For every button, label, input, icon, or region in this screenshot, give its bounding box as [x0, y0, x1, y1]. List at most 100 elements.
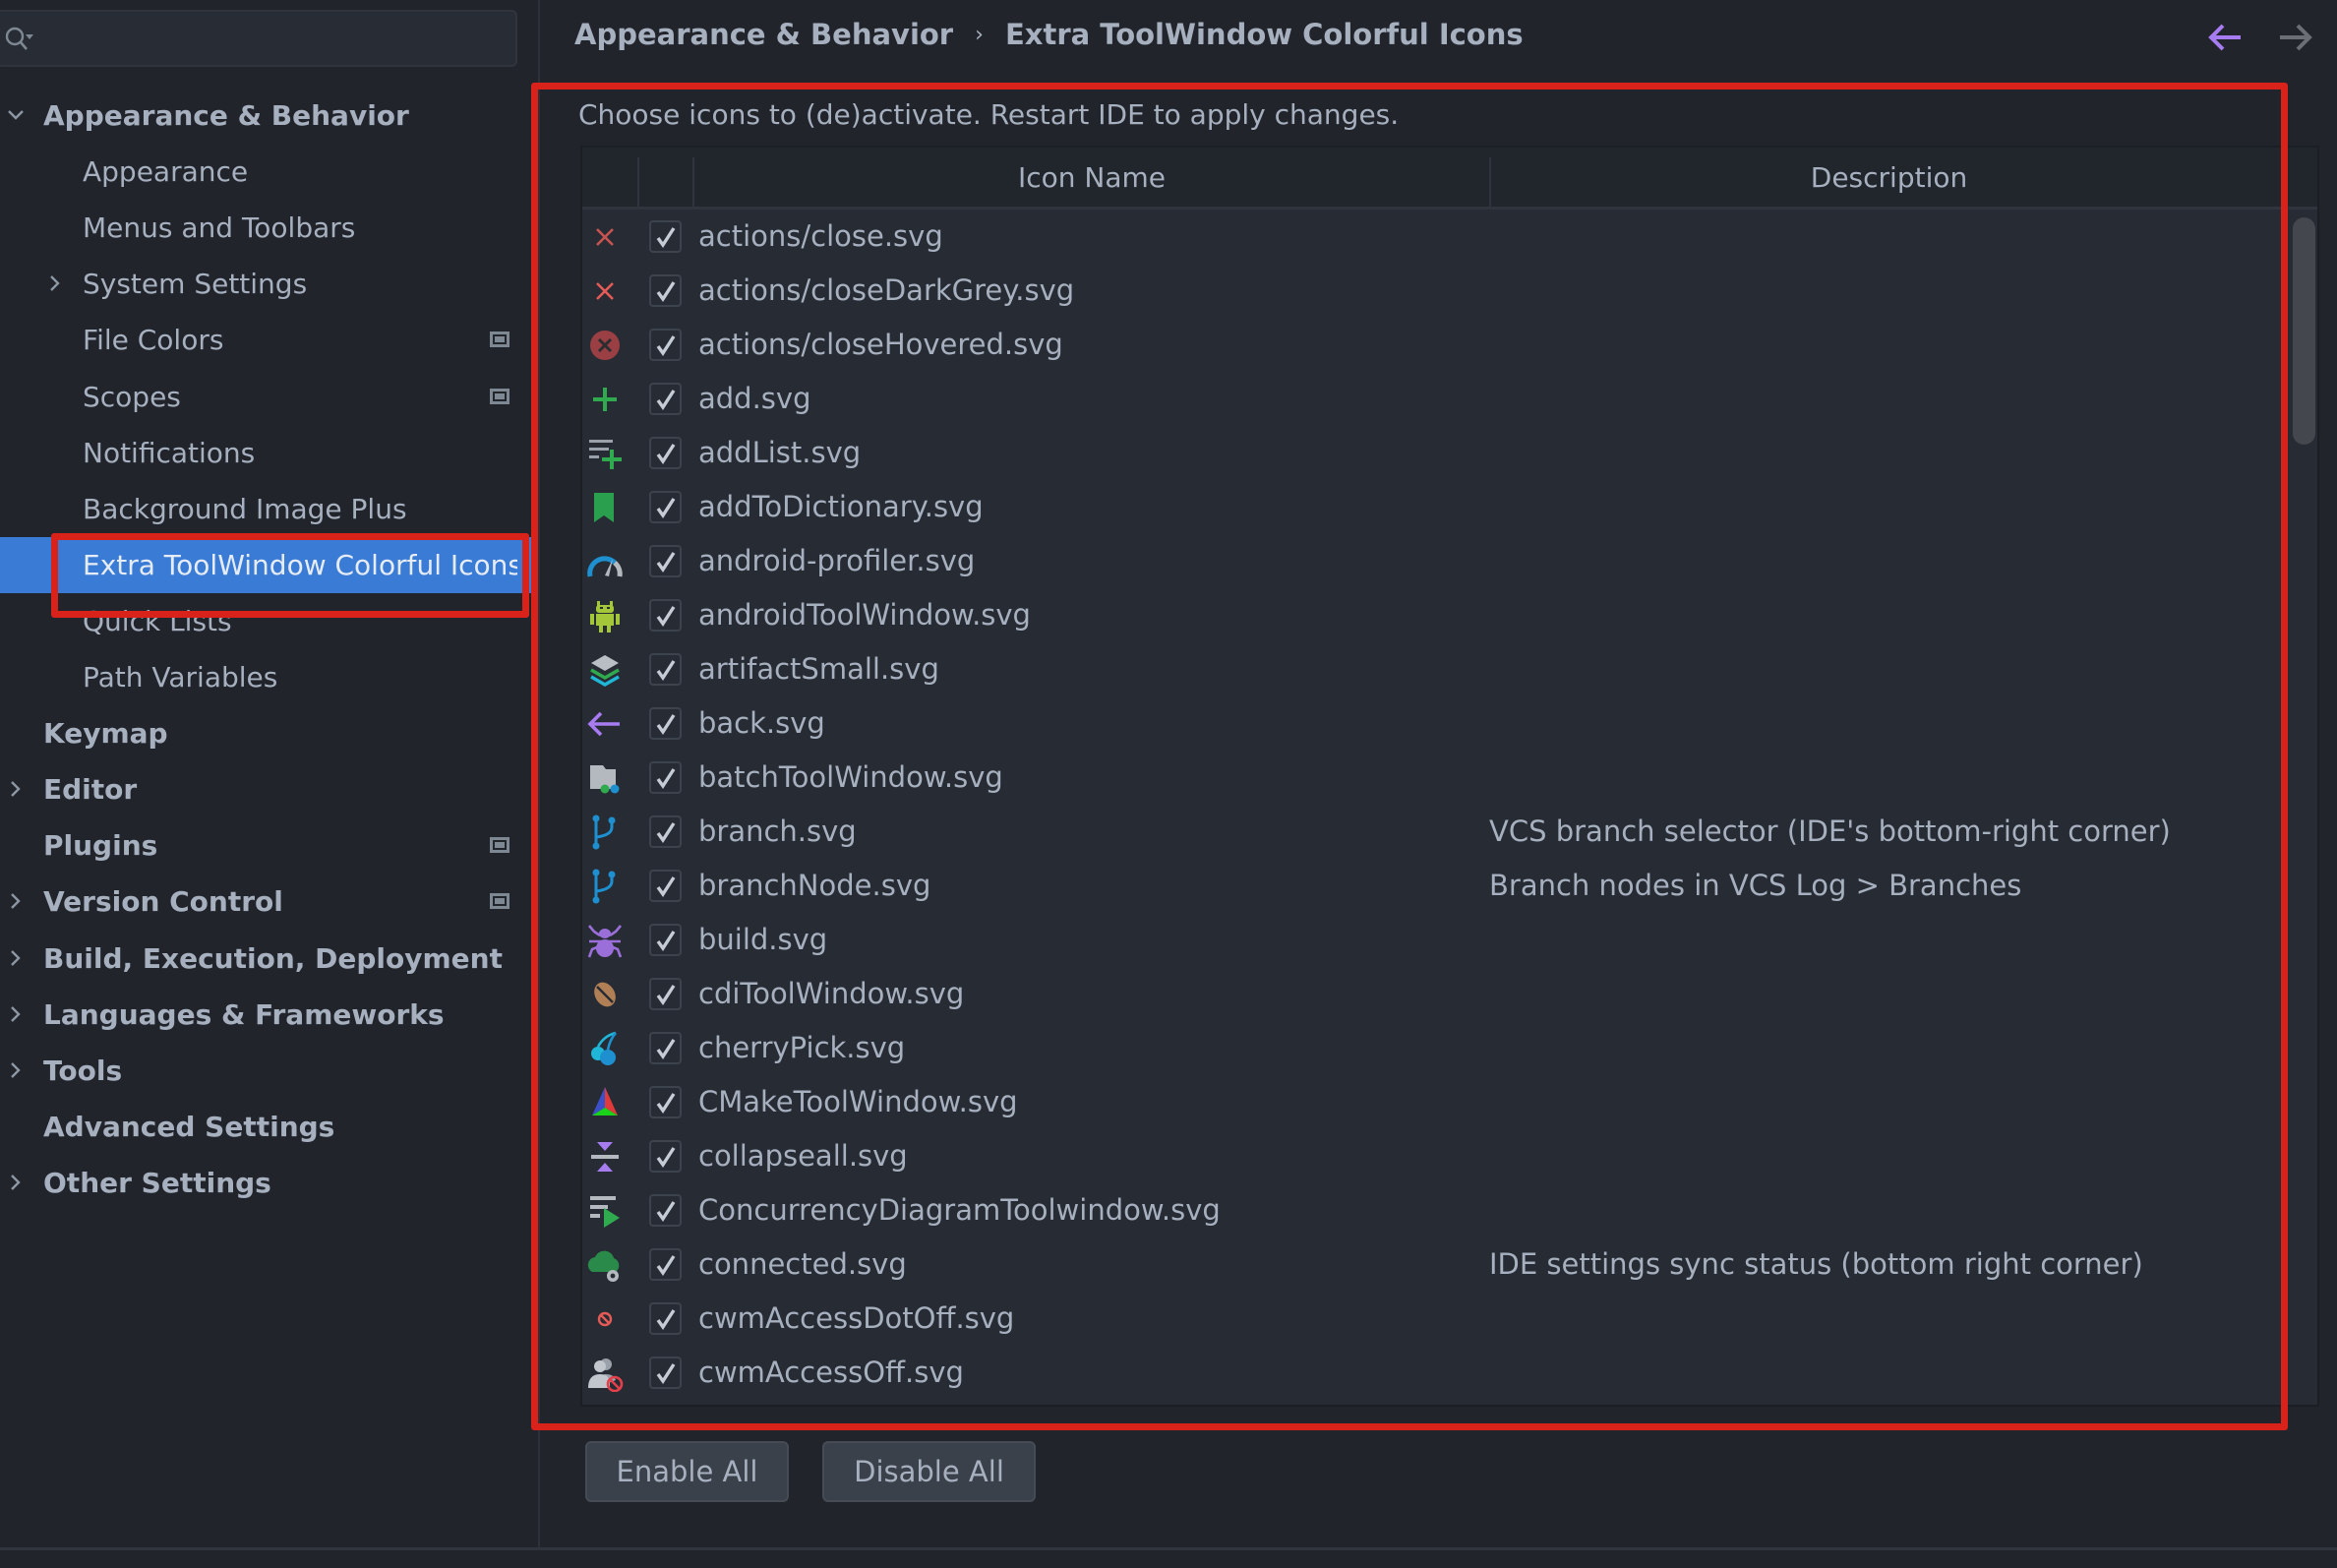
- enable-all-button[interactable]: Enable All: [585, 1441, 789, 1502]
- search-input[interactable]: [47, 20, 504, 59]
- table-row[interactable]: build.svg: [582, 913, 2285, 967]
- sidebar-item-background-image-plus[interactable]: Background Image Plus: [0, 481, 538, 537]
- enable-checkbox[interactable]: [649, 599, 682, 632]
- table-row[interactable]: addList.svg: [582, 426, 2285, 480]
- sidebar-item-advanced-settings[interactable]: Advanced Settings: [0, 1099, 538, 1155]
- enable-checkbox[interactable]: [649, 815, 682, 848]
- chevron-right-icon[interactable]: [45, 273, 65, 293]
- table-row[interactable]: back.svg: [582, 696, 2285, 751]
- description-cell: IDE settings sync status (bottom right c…: [1489, 1247, 2143, 1281]
- enable-checkbox[interactable]: [649, 545, 682, 577]
- enable-checkbox[interactable]: [649, 220, 682, 253]
- chevron-right-icon[interactable]: [6, 1173, 26, 1192]
- enable-checkbox[interactable]: [649, 870, 682, 902]
- table-row[interactable]: actions/closeDarkGrey.svg: [582, 264, 2285, 318]
- enable-checkbox[interactable]: [649, 707, 682, 740]
- chevron-down-icon[interactable]: [6, 105, 26, 125]
- sidebar-item-build-execution-deployment[interactable]: Build, Execution, Deployment: [0, 931, 538, 987]
- sidebar-item-file-colors[interactable]: File Colors: [0, 312, 538, 368]
- enable-checkbox[interactable]: [649, 1032, 682, 1064]
- table-row[interactable]: cwmAccessOff.svg: [582, 1346, 2285, 1400]
- table-row[interactable]: ConcurrencyDiagramToolwindow.svg: [582, 1183, 2285, 1237]
- table-row[interactable]: connected.svg IDE settings sync status (b…: [582, 1237, 2285, 1292]
- close-icon: [596, 228, 614, 246]
- table-row[interactable]: add.svg: [582, 372, 2285, 426]
- table-row[interactable]: androidToolWindow.svg: [582, 588, 2285, 642]
- project-level-icon: [490, 332, 509, 348]
- enable-checkbox[interactable]: [649, 274, 682, 307]
- enable-checkbox[interactable]: [649, 437, 682, 469]
- table-row[interactable]: cdiToolWindow.svg: [582, 967, 2285, 1021]
- forward-button[interactable]: [2274, 18, 2315, 57]
- sidebar-item-plugins[interactable]: Plugins: [0, 817, 538, 874]
- enable-checkbox[interactable]: [649, 383, 682, 415]
- disable-all-button[interactable]: Disable All: [822, 1441, 1036, 1502]
- breadcrumb-parent[interactable]: Appearance & Behavior: [574, 18, 953, 51]
- sidebar-item-editor[interactable]: Editor: [0, 761, 538, 817]
- enable-checkbox[interactable]: [649, 1194, 682, 1227]
- table-row[interactable]: addToDictionary.svg: [582, 480, 2285, 534]
- sidebar-item-quick-lists[interactable]: Quick Lists: [0, 593, 538, 649]
- chevron-right-icon[interactable]: [6, 779, 26, 799]
- sidebar-item-scopes[interactable]: Scopes: [0, 369, 538, 425]
- table-row[interactable]: actions/close.svg: [582, 210, 2285, 264]
- table-row[interactable]: android-profiler.svg: [582, 534, 2285, 588]
- icon-name-cell: actions/close.svg: [698, 219, 943, 253]
- chevron-right-icon[interactable]: [6, 1060, 26, 1080]
- sidebar-item-other-settings[interactable]: Other Settings: [0, 1155, 538, 1211]
- chevron-right-icon[interactable]: [6, 1004, 26, 1024]
- settings-search-field[interactable]: [0, 10, 517, 67]
- table-row[interactable]: artifactSmall.svg: [582, 642, 2285, 696]
- enable-checkbox[interactable]: [649, 1248, 682, 1281]
- enable-checkbox[interactable]: [649, 329, 682, 361]
- enable-checkbox[interactable]: [649, 1357, 682, 1389]
- table-row[interactable]: CMakeToolWindow.svg: [582, 1075, 2285, 1129]
- table-row[interactable]: collapseall.svg: [582, 1129, 2285, 1183]
- back-button[interactable]: [2205, 18, 2247, 57]
- sidebar-item-notifications[interactable]: Notifications: [0, 425, 538, 481]
- table-row[interactable]: batchToolWindow.svg: [582, 751, 2285, 805]
- table-row[interactable]: cwmAccessDotOff.svg: [582, 1292, 2285, 1346]
- vertical-scrollbar-thumb[interactable]: [2293, 217, 2315, 445]
- sidebar-item-path-variables[interactable]: Path Variables: [0, 649, 538, 705]
- checkmark-icon: [656, 768, 676, 790]
- branch-node-icon: [592, 869, 616, 904]
- checkmark-icon: [656, 1093, 676, 1115]
- sidebar-item-extra-toolwindow-colorful-icons[interactable]: Extra ToolWindow Colorful Icons: [0, 536, 538, 593]
- table-row[interactable]: actions/closeHovered.svg: [582, 318, 2285, 372]
- column-header-description[interactable]: Description: [1491, 148, 2287, 207]
- sidebar-item-label: Advanced Settings: [43, 1110, 335, 1143]
- enable-checkbox[interactable]: [649, 761, 682, 794]
- enable-checkbox[interactable]: [649, 1086, 682, 1118]
- icon-name-cell: actions/closeDarkGrey.svg: [698, 273, 1075, 307]
- sidebar-item-appearance-behavior[interactable]: Appearance & Behavior: [0, 88, 538, 144]
- sidebar-item-keymap[interactable]: Keymap: [0, 705, 538, 761]
- sidebar-item-menus-and-toolbars[interactable]: Menus and Toolbars: [0, 200, 538, 256]
- settings-sidebar: Appearance & Behavior Appearance Menus and…: [0, 0, 540, 1549]
- gauge-icon: [587, 556, 623, 577]
- sidebar-item-appearance[interactable]: Appearance: [0, 144, 538, 200]
- enable-checkbox[interactable]: [649, 1140, 682, 1173]
- sidebar-item-version-control[interactable]: Version Control: [0, 874, 538, 930]
- chevron-right-icon[interactable]: [6, 948, 26, 968]
- sidebar-item-languages-frameworks[interactable]: Languages & Frameworks: [0, 987, 538, 1043]
- enable-checkbox[interactable]: [649, 924, 682, 956]
- column-header-icon-name[interactable]: Icon Name: [694, 148, 1489, 207]
- table-row[interactable]: branchNode.svg Branch nodes in VCS Log > …: [582, 859, 2285, 913]
- checkmark-icon: [656, 1309, 676, 1331]
- enable-checkbox[interactable]: [649, 653, 682, 686]
- sidebar-item-system-settings[interactable]: System Settings: [0, 256, 538, 312]
- chevron-right-icon[interactable]: [6, 891, 26, 911]
- checkmark-icon: [656, 1201, 676, 1223]
- enable-checkbox[interactable]: [649, 1302, 682, 1335]
- enable-checkbox[interactable]: [649, 978, 682, 1010]
- column-separator: [637, 157, 639, 207]
- checkmark-icon: [656, 1363, 676, 1385]
- table-row[interactable]: cherryPick.svg: [582, 1021, 2285, 1075]
- table-row[interactable]: branch.svg VCS branch selector (IDE's bot…: [582, 805, 2285, 859]
- sidebar-item-label: Appearance & Behavior: [43, 99, 409, 132]
- enable-checkbox[interactable]: [649, 491, 682, 523]
- icon-name-cell: addList.svg: [698, 436, 862, 469]
- icon-name-cell: cherryPick.svg: [698, 1031, 906, 1064]
- sidebar-item-tools[interactable]: Tools: [0, 1043, 538, 1099]
